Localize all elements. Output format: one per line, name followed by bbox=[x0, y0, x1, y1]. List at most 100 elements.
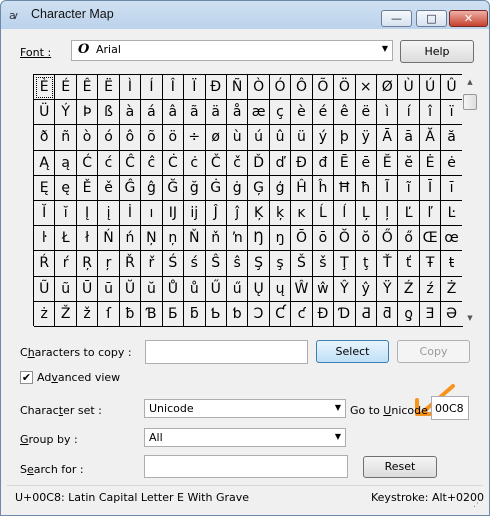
character-cell[interactable]: Ž bbox=[55, 301, 77, 327]
character-cell[interactable]: ò bbox=[76, 125, 99, 151]
character-cell[interactable]: ü bbox=[291, 125, 313, 151]
character-cell[interactable]: ř bbox=[141, 251, 163, 277]
character-cell[interactable]: ē bbox=[355, 150, 377, 176]
character-cell[interactable]: Ŗ bbox=[76, 251, 99, 277]
character-cell[interactable]: ŵ bbox=[312, 276, 335, 302]
character-cell[interactable]: ż bbox=[34, 301, 56, 327]
character-cell[interactable]: ƀ bbox=[119, 301, 142, 327]
character-cell[interactable]: ģ bbox=[269, 175, 292, 201]
character-cell[interactable]: ï bbox=[441, 100, 463, 126]
character-cell[interactable]: Ď bbox=[248, 150, 270, 176]
character-cell[interactable]: ù bbox=[226, 125, 249, 151]
character-cell[interactable]: ĵ bbox=[226, 200, 249, 227]
character-cell[interactable]: Ü bbox=[34, 100, 56, 126]
character-cell[interactable]: Ŝ bbox=[205, 251, 227, 277]
close-button[interactable]: ✕ bbox=[449, 10, 488, 27]
character-cell[interactable]: Ś bbox=[162, 251, 185, 277]
character-cell[interactable]: ŭ bbox=[141, 276, 163, 302]
character-cell[interactable]: Ŋ bbox=[248, 226, 270, 252]
character-cell[interactable]: Ï bbox=[184, 75, 206, 101]
character-cell[interactable]: Ŧ bbox=[419, 251, 442, 277]
character-cell[interactable]: ł bbox=[76, 226, 99, 252]
character-cell[interactable]: á bbox=[141, 100, 163, 126]
character-cell[interactable]: ŀ bbox=[34, 226, 56, 252]
character-cell[interactable]: Þ bbox=[76, 100, 99, 126]
character-cell[interactable]: ŕ bbox=[55, 251, 77, 277]
character-cell[interactable]: Ƃ bbox=[162, 301, 185, 327]
character-cell[interactable]: ä bbox=[205, 100, 227, 126]
character-cell[interactable]: Ò bbox=[248, 75, 270, 101]
character-cell[interactable]: ŋ bbox=[269, 226, 292, 252]
character-cell[interactable]: â bbox=[162, 100, 185, 126]
character-cell[interactable]: Đ bbox=[291, 150, 313, 176]
character-cell[interactable]: Ŕ bbox=[34, 251, 56, 277]
character-cell[interactable]: î bbox=[419, 100, 442, 126]
character-cell[interactable]: ņ bbox=[162, 226, 185, 252]
character-cell[interactable]: Œ bbox=[419, 226, 442, 252]
character-cell[interactable]: ſ bbox=[98, 301, 120, 327]
character-cell[interactable]: İ bbox=[119, 200, 142, 227]
character-cell[interactable]: ƈ bbox=[291, 301, 313, 327]
character-cell[interactable]: ĕ bbox=[398, 150, 420, 176]
character-cell[interactable]: Č bbox=[205, 150, 227, 176]
character-cell[interactable]: ġ bbox=[226, 175, 249, 201]
character-cell[interactable]: Ņ bbox=[141, 226, 163, 252]
character-cell[interactable]: ţ bbox=[355, 251, 377, 277]
character-cell[interactable]: Ū bbox=[76, 276, 99, 302]
character-cell[interactable]: ų bbox=[269, 276, 292, 302]
character-cell[interactable]: ı bbox=[141, 200, 163, 227]
character-cell[interactable]: ķ bbox=[269, 200, 292, 227]
character-cell[interactable]: Š bbox=[291, 251, 313, 277]
character-cell[interactable]: ŉ bbox=[226, 226, 249, 252]
character-cell[interactable]: å bbox=[226, 100, 249, 126]
character-cell[interactable]: ô bbox=[119, 125, 142, 151]
character-cell[interactable]: ő bbox=[398, 226, 420, 252]
character-cell[interactable]: Ĭ bbox=[34, 200, 56, 227]
character-cell[interactable]: È bbox=[34, 75, 56, 101]
character-cell[interactable]: Í bbox=[141, 75, 163, 101]
advanced-view-checkbox[interactable]: ✔ bbox=[20, 371, 33, 384]
character-cell[interactable]: į bbox=[98, 200, 120, 227]
character-cell[interactable]: Ĳ bbox=[162, 200, 185, 227]
character-cell[interactable]: Ų bbox=[248, 276, 270, 302]
character-cell[interactable]: Ĵ bbox=[205, 200, 227, 227]
character-cell[interactable]: ƃ bbox=[184, 301, 206, 327]
character-cell[interactable]: Ú bbox=[419, 75, 442, 101]
character-cell[interactable]: Ũ bbox=[34, 276, 56, 302]
character-cell[interactable]: ľ bbox=[419, 200, 442, 227]
character-cell[interactable]: Ű bbox=[205, 276, 227, 302]
character-cell[interactable]: Ń bbox=[98, 226, 120, 252]
character-cell[interactable]: ō bbox=[312, 226, 335, 252]
character-cell[interactable]: õ bbox=[141, 125, 163, 151]
character-cell[interactable]: Ê bbox=[76, 75, 99, 101]
character-cell[interactable]: œ bbox=[441, 226, 463, 252]
character-cell[interactable]: Ɖ bbox=[312, 301, 335, 327]
character-cell[interactable]: Ŷ bbox=[334, 276, 356, 302]
character-cell[interactable]: ĩ bbox=[398, 175, 420, 201]
character-cell[interactable]: Ì bbox=[119, 75, 142, 101]
character-cell[interactable]: Ā bbox=[377, 125, 399, 151]
character-cell[interactable]: ė bbox=[441, 150, 463, 176]
character-cell[interactable]: Ğ bbox=[162, 175, 185, 201]
copy-button[interactable]: Copy bbox=[397, 340, 470, 363]
maximize-button[interactable]: □ bbox=[416, 10, 447, 27]
character-cell[interactable]: Ć bbox=[76, 150, 99, 176]
character-cell[interactable]: û bbox=[269, 125, 292, 151]
character-cell[interactable]: Ŏ bbox=[334, 226, 356, 252]
character-cell[interactable]: É bbox=[55, 75, 77, 101]
character-cell[interactable]: Ş bbox=[248, 251, 270, 277]
character-cell[interactable]: Ī bbox=[419, 175, 442, 201]
character-cell[interactable]: ž bbox=[76, 301, 99, 327]
character-cell[interactable]: Ƌ bbox=[355, 301, 377, 327]
character-cell[interactable]: ą bbox=[55, 150, 77, 176]
character-cell[interactable]: ƅ bbox=[226, 301, 249, 327]
grid-scrollbar[interactable]: ▲ ▼ bbox=[462, 74, 478, 326]
character-cell[interactable]: Ę bbox=[34, 175, 56, 201]
character-cell[interactable]: Ň bbox=[184, 226, 206, 252]
character-cell[interactable]: ğ bbox=[184, 175, 206, 201]
character-cell[interactable]: ĳ bbox=[184, 200, 206, 227]
title-bar[interactable]: ꜹ Character Map — □ ✕ bbox=[1, 1, 489, 29]
character-cell[interactable]: Į bbox=[76, 200, 99, 227]
character-cell[interactable]: ź bbox=[419, 276, 442, 302]
character-cell[interactable]: Ľ bbox=[398, 200, 420, 227]
